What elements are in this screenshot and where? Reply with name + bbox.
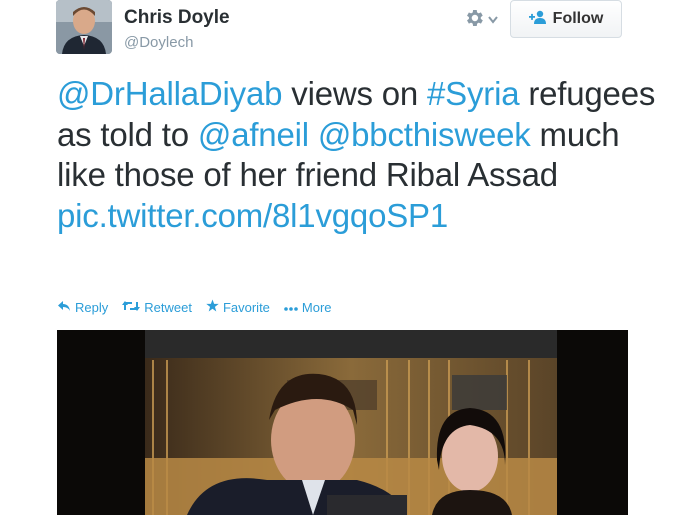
retweet-icon [122, 300, 141, 315]
media-link[interactable]: pic.twitter.com/8l1vgqoSP1 [57, 197, 448, 234]
follow-label: Follow [552, 10, 604, 27]
tweet-text: @DrHallaDiyab views on #Syria refugees a… [57, 74, 677, 236]
star-icon [206, 299, 219, 315]
tweet-media-photo[interactable] [57, 330, 628, 515]
mention-link[interactable]: @bbcthisweek [318, 116, 531, 153]
settings-gear-icon [463, 7, 485, 34]
more-dots-icon [284, 300, 298, 315]
reply-icon [57, 300, 71, 315]
tweet-text-segment [309, 116, 318, 153]
avatar[interactable] [56, 0, 112, 54]
user-actions-dropdown[interactable] [463, 6, 509, 34]
user-name[interactable]: Chris Doyle [124, 7, 230, 29]
more-label: More [301, 299, 332, 315]
more-button[interactable]: More [284, 299, 332, 315]
avatar-photo [56, 0, 112, 54]
follow-button[interactable]: Follow [510, 0, 622, 38]
chevron-down-icon [488, 11, 498, 29]
favorite-button[interactable]: Favorite [206, 299, 270, 315]
user-handle[interactable]: @Doylech [124, 34, 193, 51]
reply-label: Reply [75, 299, 109, 315]
media-image [57, 330, 628, 515]
tweet-text-segment: views on [282, 75, 428, 112]
retweet-button[interactable]: Retweet [122, 299, 192, 315]
mention-link[interactable]: @afneil [198, 116, 309, 153]
tweet-actions: Reply Retweet Favorite More [57, 299, 332, 315]
retweet-label: Retweet [144, 299, 192, 315]
add-person-icon [528, 10, 547, 29]
reply-button[interactable]: Reply [57, 299, 108, 315]
mention-link[interactable]: @DrHallaDiyab [57, 75, 282, 112]
favorite-label: Favorite [222, 299, 270, 315]
hashtag-link[interactable]: #Syria [427, 75, 520, 112]
